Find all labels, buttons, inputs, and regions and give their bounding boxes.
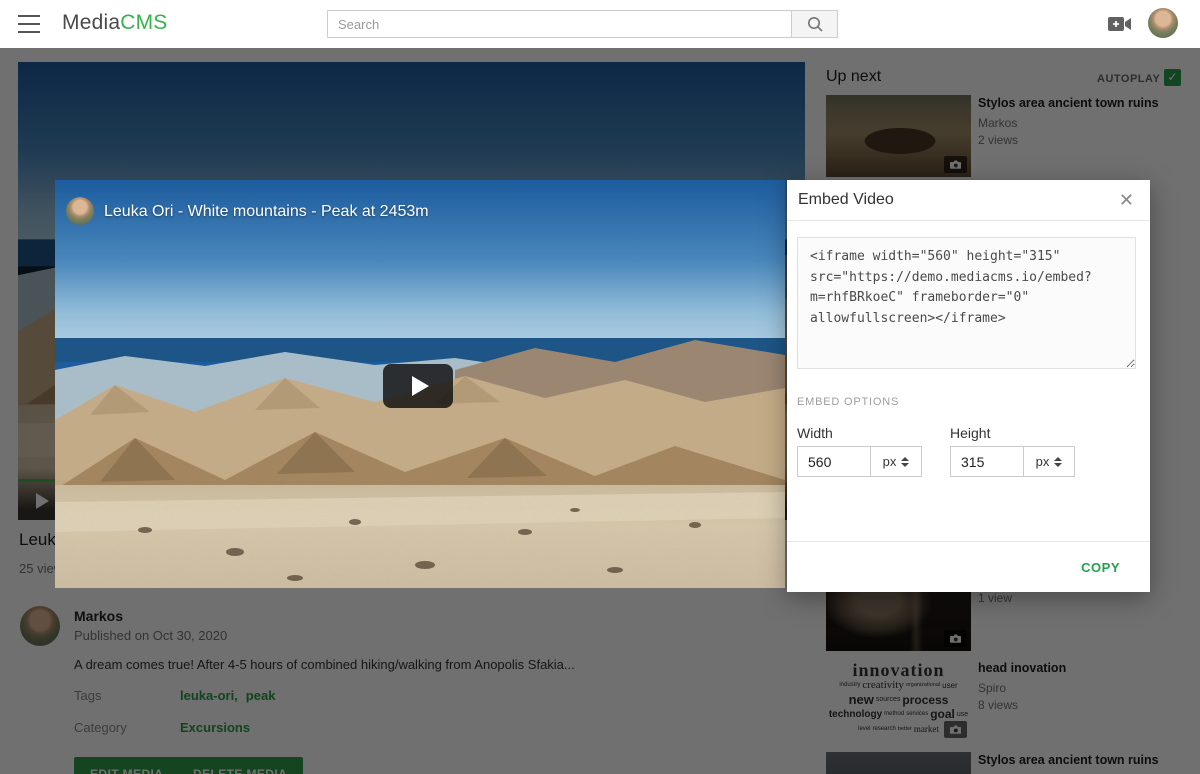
- width-input[interactable]: [798, 447, 870, 476]
- app-logo[interactable]: MediaCMS: [62, 11, 167, 35]
- copy-button[interactable]: COPY: [1081, 560, 1120, 575]
- search-icon: [806, 15, 824, 33]
- embed-video-modal: Embed Video ✕ <iframe width="560" height…: [787, 180, 1150, 592]
- spinner-arrows-icon: [901, 457, 909, 467]
- modal-footer: COPY: [787, 541, 1150, 592]
- spinner-arrows-icon: [1054, 457, 1062, 467]
- preview-author-avatar: [66, 197, 94, 225]
- play-icon: [412, 376, 429, 396]
- top-bar: MediaCMS: [0, 0, 1200, 48]
- preview-video-title: Leuka Ori - White mountains - Peak at 24…: [104, 203, 429, 221]
- close-icon[interactable]: ✕: [1119, 191, 1134, 209]
- upload-media-button[interactable]: [1108, 15, 1132, 33]
- height-input[interactable]: [951, 447, 1023, 476]
- height-field: Height px: [950, 425, 1075, 477]
- search-input[interactable]: [327, 10, 791, 38]
- width-unit-select[interactable]: px: [870, 447, 921, 476]
- height-unit-value: px: [1036, 454, 1050, 469]
- width-field: Width px: [797, 425, 922, 477]
- embed-options-label: EMBED OPTIONS: [797, 396, 1136, 408]
- embed-code-textarea[interactable]: <iframe width="560" height="315" src="ht…: [797, 237, 1136, 369]
- logo-text-media: Media: [62, 11, 120, 34]
- modal-header: Embed Video ✕: [787, 180, 1150, 221]
- logo-text-cms: CMS: [120, 11, 167, 34]
- user-avatar[interactable]: [1148, 8, 1178, 38]
- modal-title: Embed Video: [798, 191, 1119, 209]
- width-label: Width: [797, 425, 922, 441]
- search-bar: [327, 10, 838, 38]
- embed-size-fields: Width px Height px: [797, 425, 1136, 477]
- videocam-plus-icon: [1108, 15, 1132, 33]
- preview-play-button[interactable]: [383, 364, 453, 408]
- modal-body: <iframe width="560" height="315" src="ht…: [787, 221, 1150, 477]
- width-unit-value: px: [883, 454, 897, 469]
- embed-preview-player[interactable]: Leuka Ori - White mountains - Peak at 24…: [55, 180, 785, 588]
- height-label: Height: [950, 425, 1075, 441]
- height-unit-select[interactable]: px: [1023, 447, 1074, 476]
- menu-icon[interactable]: [18, 15, 40, 33]
- search-button[interactable]: [791, 10, 838, 38]
